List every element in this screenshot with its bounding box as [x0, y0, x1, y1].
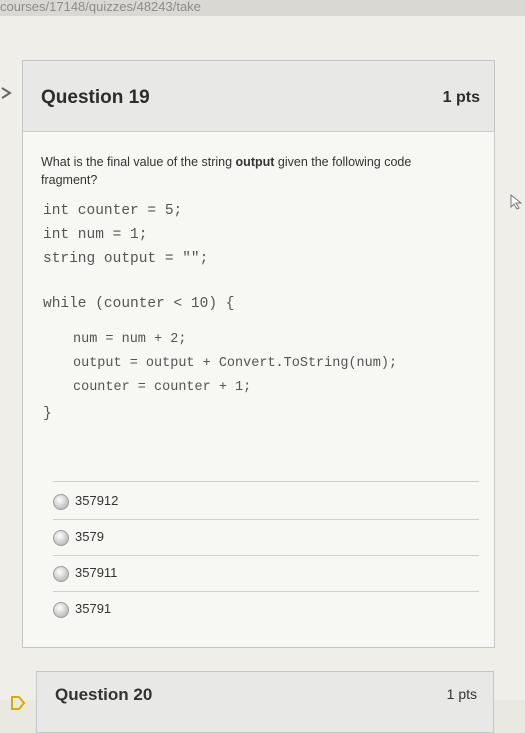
answer-label: 357911 — [75, 565, 118, 580]
next-question-card: Question 20 1 pts — [36, 671, 494, 733]
code-line: int counter = 5; — [43, 203, 183, 219]
radio-icon[interactable] — [53, 530, 69, 546]
next-question-title: Question 20 — [55, 685, 153, 704]
code-line: int num = 1; — [43, 227, 148, 243]
divider — [53, 591, 479, 592]
code-line: string output = ""; — [43, 251, 209, 267]
flag-icon[interactable] — [10, 696, 26, 710]
code-line: output = output + Convert.ToString(num); — [73, 356, 398, 371]
radio-icon[interactable] — [53, 602, 69, 618]
question-title: Question 19 — [41, 87, 150, 108]
quiz-page: Question 19 1 pts What is the final valu… — [0, 16, 525, 733]
code-line: num = num + 2; — [73, 332, 187, 347]
question-card: Question 19 1 pts What is the final valu… — [22, 60, 495, 648]
url-bar[interactable]: courses/17148/quizzes/48243/take — [0, 0, 525, 16]
code-line: counter = counter + 1; — [73, 380, 252, 395]
radio-icon[interactable] — [53, 566, 69, 582]
code-line: while (counter < 10) { — [43, 296, 235, 312]
radio-icon[interactable] — [53, 494, 69, 510]
divider — [53, 481, 479, 482]
answer-label: 357912 — [75, 493, 119, 508]
divider — [53, 519, 479, 520]
answer-label: 35791 — [75, 601, 112, 616]
code-line: } — [43, 406, 52, 422]
answer-label: 3579 — [75, 529, 104, 544]
question-prompt: What is the final value of the string ou… — [41, 155, 412, 187]
divider — [53, 555, 479, 556]
cursor-icon — [510, 194, 523, 210]
question-header: Question 19 1 pts — [23, 61, 494, 132]
flag-icon[interactable] — [0, 86, 14, 100]
question-points: 1 pts — [442, 89, 480, 106]
prompt-bold: output — [235, 155, 275, 169]
